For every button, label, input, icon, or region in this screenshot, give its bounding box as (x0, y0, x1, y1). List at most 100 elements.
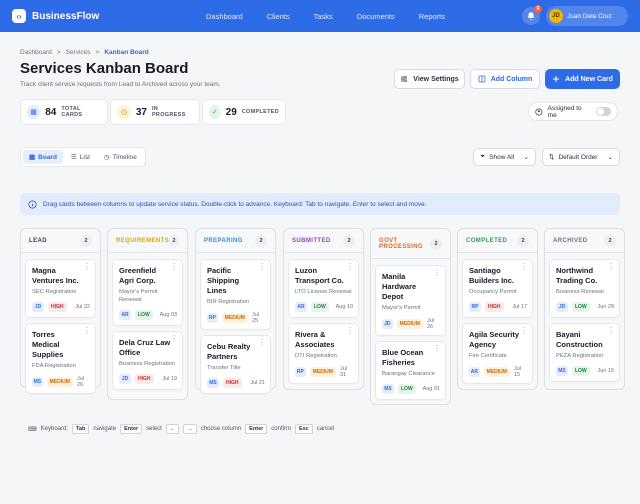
service-card[interactable]: ⋮ Torres Medical Supplies FDA Registration… (25, 323, 96, 394)
service-card[interactable]: ⋮ Santiago Builders Inc. Occupancy Permit R… (462, 259, 533, 318)
card-footer: JD HIGH Jul 22 (32, 302, 90, 312)
more-options-icon[interactable]: ⋮ (520, 263, 528, 271)
view-settings-label: View Settings (413, 75, 459, 83)
card-service: SEC Registration (32, 289, 77, 295)
card-service: Fire Certificate (469, 353, 507, 359)
kanban-column[interactable]: SUBMITTED 2 ⋮ Luzon Transport Co. LTO Licens… (283, 228, 364, 390)
due-date: Jun 15 (597, 368, 614, 374)
select-value: Show All (489, 153, 515, 161)
key-badge: Esc (294, 424, 313, 434)
kanban-column[interactable]: GOVT PROCESSING 2 ⋮ Manila Hardware Depot Ma… (370, 228, 451, 405)
service-card[interactable]: ⋮ Luzon Transport Co. LTO License Renewal A… (288, 259, 359, 318)
kanban-column[interactable]: PREPARING 2 ⋮ Pacific Shipping Lines BIR Reg… (195, 228, 276, 394)
more-options-icon[interactable]: ⋮ (433, 345, 441, 353)
priority-badge: HIGH (48, 302, 67, 312)
brand-name: BusinessFlow (32, 10, 100, 22)
assignee-avatar: RP (469, 302, 481, 312)
tab-timeline[interactable]: ◷ Timeline (98, 150, 143, 164)
more-options-icon[interactable]: ⋮ (520, 327, 528, 335)
column-count-badge: 2 (430, 237, 442, 250)
priority-badge: LOW (572, 302, 590, 312)
more-options-icon[interactable]: ⋮ (258, 263, 266, 271)
notification-count-badge: 6 (534, 5, 542, 13)
more-options-icon[interactable]: ⋮ (346, 263, 354, 271)
service-card[interactable]: ⋮ Pacific Shipping Lines BIR Registration R… (200, 259, 271, 330)
priority-badge: HIGH (135, 374, 154, 384)
key-badge: Tab (72, 424, 90, 434)
columns-icon (478, 75, 486, 83)
service-card[interactable]: ⋮ Northwind Trading Co. Business Renewal JD… (549, 259, 620, 318)
card-footer: RP MEDIUM Jul 31 (295, 366, 353, 378)
add-column-button[interactable]: Add Column (470, 69, 540, 89)
toggle-switch[interactable] (595, 107, 611, 116)
tab-list[interactable]: ☰ List (65, 150, 96, 164)
kanban-column[interactable]: REQUIREMENTS 2 ⋮ Greenfield Agri Corp. Mayor… (107, 228, 188, 400)
breadcrumb-services[interactable]: Services (66, 49, 91, 56)
service-card[interactable]: ⋮ Cebu Realty Partners Transfer Title MS HIG… (200, 335, 271, 394)
service-card[interactable]: ⋮ Agila Security Agency Fire Certificate AR… (462, 323, 533, 384)
card-title: Blue Ocean Fisheries (382, 348, 424, 367)
service-card[interactable]: ⋮ Blue Ocean Fisheries Barangay Clearance M… (375, 341, 446, 400)
user-menu[interactable]: JD Juan Dela Cruz (546, 6, 628, 26)
more-options-icon[interactable]: ⋮ (83, 327, 91, 335)
service-card[interactable]: ⋮ Bayani Construction PEZA Registration MS L… (549, 323, 620, 382)
assigned-to-me-toggle[interactable]: Assigned to me (528, 102, 618, 121)
nav-documents[interactable]: Documents (357, 12, 395, 21)
tab-board[interactable]: ▦ Board (23, 150, 63, 164)
nav-clients[interactable]: Clients (267, 12, 290, 21)
column-header: LEAD 2 (21, 229, 100, 253)
view-settings-button[interactable]: View Settings (394, 69, 465, 89)
notifications-button[interactable]: 6 (522, 5, 542, 25)
more-options-icon[interactable]: ⋮ (433, 269, 441, 277)
tab-label: Board (38, 153, 57, 161)
kanban-column[interactable]: LEAD 2 ⋮ Magna Ventures Inc. SEC Registratio… (20, 228, 101, 394)
assignee-avatar: MS (382, 384, 394, 394)
card-footer: JD MEDIUM Jul 26 (382, 318, 440, 330)
brand[interactable]: ‹› BusinessFlow (12, 9, 99, 23)
nav-reports[interactable]: Reports (419, 12, 445, 21)
card-title: Luzon Transport Co. (295, 266, 344, 285)
card-title: Santiago Builders Inc. (469, 266, 515, 285)
more-options-icon[interactable]: ⋮ (607, 263, 615, 271)
keyboard-label: Keyboard: (40, 426, 69, 432)
filter-icon: ⏷ (480, 153, 486, 160)
order-select[interactable]: ⇅ Default Order ⌄ (542, 148, 620, 166)
kanban-column[interactable]: COMPLETED 2 ⋮ Santiago Builders Inc. Occupan… (457, 228, 538, 390)
service-card[interactable]: ⋮ Manila Hardware Depot Mayor's Permit JD ME… (375, 265, 446, 336)
sort-icon: ⇅ (549, 154, 555, 161)
add-new-card-button[interactable]: Add New Card (545, 69, 620, 89)
more-options-icon[interactable]: ⋮ (170, 335, 178, 343)
nav-tasks[interactable]: Tasks (314, 12, 333, 21)
column-title: GOVT PROCESSING (379, 237, 424, 250)
column-count-badge: 2 (80, 234, 92, 247)
due-date: Aug 03 (159, 312, 177, 318)
card-service: LTO License Renewal (295, 289, 352, 295)
service-card[interactable]: ⋮ Dela Cruz Law Office Business Registrati… (112, 331, 183, 390)
due-date: Jul 21 (250, 380, 265, 386)
kanban-column[interactable]: ARCHIVED 2 ⋮ Northwind Trading Co. Business … (544, 228, 625, 390)
show-filter-select[interactable]: ⏷ Show All ⌄ (473, 148, 536, 166)
assignee-avatar: MS (556, 366, 568, 376)
breadcrumb-dashboard[interactable]: Dashboard (20, 49, 52, 56)
nav-dashboard[interactable]: Dashboard (206, 12, 243, 21)
more-options-icon[interactable]: ⋮ (170, 263, 178, 271)
service-card[interactable]: ⋮ Rivera & Associates DTI Registration RP ME… (288, 323, 359, 384)
more-options-icon[interactable]: ⋮ (607, 327, 615, 335)
assignee-avatar: AR (469, 367, 480, 377)
card-service: FDA Registration (32, 363, 76, 369)
board-icon: ▦ (29, 154, 36, 161)
more-options-icon[interactable]: ⋮ (346, 327, 354, 335)
key-badge: ← (165, 424, 180, 434)
more-options-icon[interactable]: ⋮ (258, 339, 266, 347)
assignee-avatar: JD (119, 374, 131, 384)
more-options-icon[interactable]: ⋮ (83, 263, 91, 271)
service-card[interactable]: ⋮ Greenfield Agri Corp. Mayor's Permit Ren… (112, 259, 183, 326)
stat-label: IN PROGRESS (151, 106, 186, 118)
list-icon: ☰ (70, 154, 77, 161)
stat-value: 37 (135, 106, 147, 118)
priority-badge: HIGH (223, 378, 242, 388)
priority-badge: LOW (398, 384, 416, 394)
clock-icon: ◷ (117, 105, 131, 119)
service-card[interactable]: ⋮ Magna Ventures Inc. SEC Registration JD HI… (25, 259, 96, 318)
card-service: PEZA Registration (556, 353, 604, 359)
